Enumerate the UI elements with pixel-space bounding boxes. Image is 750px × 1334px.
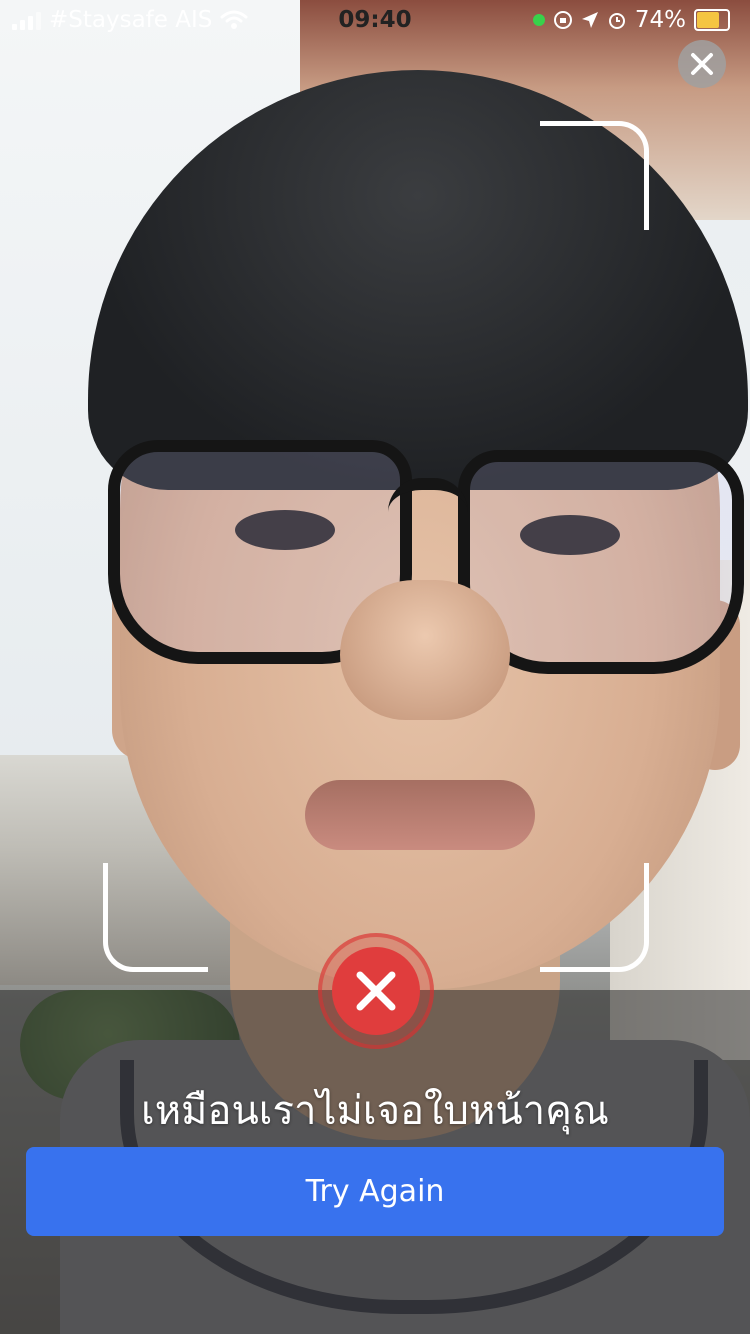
alarm-icon bbox=[608, 13, 625, 29]
error-x-icon bbox=[356, 971, 396, 1011]
close-button[interactable] bbox=[678, 40, 726, 88]
face-frame-corner-top-right bbox=[540, 121, 649, 230]
try-again-button[interactable]: Try Again bbox=[26, 1147, 724, 1236]
camera-in-use-dot bbox=[532, 14, 545, 26]
location-arrow-icon bbox=[581, 12, 598, 28]
error-message: เหมือนเราไม่เจอใบหน้าคุณ bbox=[141, 1088, 609, 1134]
face-frame-corner-bottom-right bbox=[540, 863, 649, 972]
error-badge bbox=[318, 933, 434, 1049]
face-frame-corner-bottom-left bbox=[103, 863, 208, 972]
rotation-lock-icon bbox=[553, 11, 572, 29]
battery-icon bbox=[694, 9, 730, 31]
battery-percent: 74% bbox=[634, 7, 686, 33]
status-bar: #Staysafe AIS 09:40 74% bbox=[0, 0, 750, 42]
close-icon bbox=[691, 53, 713, 75]
